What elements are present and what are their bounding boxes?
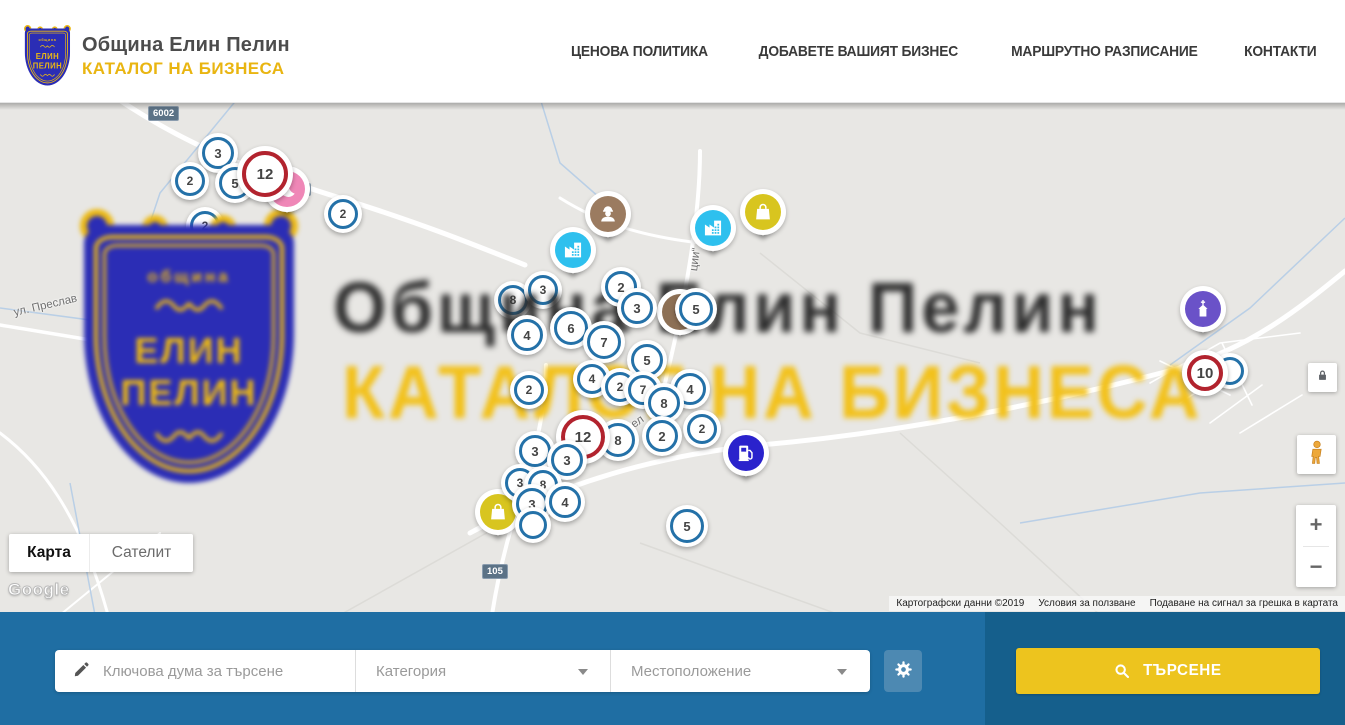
map-cluster-marker[interactable]: 2 [324, 195, 362, 233]
site-title: Община Елин Пелин [82, 34, 290, 57]
lock-control[interactable] [1308, 363, 1337, 392]
nav-item-add-business[interactable]: ДОБАВЕТЕ ВАШИЯТ БИЗНЕС [759, 43, 958, 60]
map-cluster-marker[interactable]: 5 [666, 505, 708, 547]
nav-item-route-schedule[interactable]: МАРШРУТНО РАЗПИСАНИЕ [1011, 43, 1198, 60]
street-view-pegman[interactable] [1297, 435, 1336, 474]
map-cluster-marker[interactable]: 4 [507, 315, 547, 355]
pegman-icon [1304, 439, 1330, 470]
map-pin-factory[interactable] [550, 227, 596, 273]
attribution-copyright: Картографски данни ©2019 [896, 598, 1024, 609]
search-bar: Категория Местоположение ТЪРСЕНЕ [0, 612, 1345, 725]
map-cluster-marker[interactable]: 2 [171, 162, 209, 200]
crest-ornament [39, 44, 56, 50]
keyword-search-input[interactable] [103, 663, 355, 680]
map-cluster-marker[interactable]: 12 [237, 146, 293, 202]
map-cluster-marker[interactable]: 7 [583, 321, 625, 363]
search-form: Категория Местоположение [55, 650, 870, 692]
map-cluster-marker[interactable]: 2 [510, 371, 548, 409]
attribution-report-link[interactable]: Подаване на сигнал за грешка в картата [1150, 598, 1338, 609]
nav-item-contacts[interactable]: КОНТАКТИ [1245, 43, 1317, 60]
pencil-icon [73, 660, 91, 683]
nav-item-pricing[interactable]: ЦЕНОВА ПОЛИТИКА [571, 43, 708, 60]
search-icon [1113, 662, 1131, 680]
gear-icon [893, 659, 914, 683]
category-dropdown-label: Категория [376, 663, 446, 680]
map-type-control: Карта Сателит [9, 534, 193, 572]
map-pin-church[interactable] [1180, 286, 1226, 332]
search-submit-button[interactable]: ТЪРСЕНЕ [1016, 648, 1320, 694]
advanced-search-settings-button[interactable] [884, 650, 922, 692]
site-subtitle: КАТАЛОГ НА БИЗНЕСА [82, 59, 290, 79]
header: община ЕЛИН ПЕЛИН Община Елин Пелин КАТА… [0, 0, 1345, 103]
municipality-crest-logo: община ЕЛИН ПЕЛИН [24, 25, 72, 87]
crest-top-text: община [38, 38, 56, 42]
map-canvas[interactable]: ул. Преславбул. „Новоселции“ 6002105 283… [0, 103, 1345, 612]
attribution-terms-link[interactable]: Условия за ползване [1038, 598, 1135, 609]
map-cluster-marker[interactable] [515, 507, 551, 543]
map-cluster-marker[interactable]: 2 [642, 416, 682, 456]
category-dropdown[interactable]: Категория [356, 650, 611, 692]
zoom-out-button[interactable]: − [1296, 547, 1336, 588]
map-cluster-marker[interactable]: 4 [545, 482, 585, 522]
map-type-map-button[interactable]: Карта [9, 534, 89, 572]
search-button-label: ТЪРСЕНЕ [1143, 662, 1221, 680]
crest-ornament-bottom [39, 73, 56, 79]
map-pin-bag[interactable] [740, 189, 786, 235]
crest-name-line1: ЕЛИН [36, 52, 59, 61]
site-logo[interactable]: община ЕЛИН ПЕЛИН Община Елин Пелин КАТА… [24, 25, 290, 87]
main-nav: ЦЕНОВА ПОЛИТИКА ДОБАВЕТЕ ВАШИЯТ БИЗНЕС М… [565, 0, 1320, 103]
page: община ЕЛИН ПЕЛИН Община Елин Пелин КАТА… [0, 0, 1345, 725]
crest-name-line2: ПЕЛИН [33, 61, 62, 70]
map-cluster-marker[interactable]: 5 [675, 288, 717, 330]
chevron-down-icon [837, 669, 847, 675]
location-dropdown-label: Местоположение [631, 663, 751, 680]
map-markers: 325122235467542274822812333834510 [0, 103, 1345, 612]
map-pin-factory[interactable] [690, 205, 736, 251]
google-logo[interactable]: Google [8, 580, 70, 600]
zoom-in-button[interactable]: + [1296, 505, 1336, 546]
map-attribution: Картографски данни ©2019 Условия за полз… [889, 596, 1345, 611]
location-dropdown[interactable]: Местоположение [611, 650, 869, 692]
chevron-down-icon [578, 669, 588, 675]
map-cluster-marker[interactable]: 2 [683, 410, 721, 448]
map-pin-fuel[interactable] [723, 430, 769, 476]
zoom-control: + − [1296, 505, 1336, 587]
map-type-satellite-button[interactable]: Сателит [89, 534, 193, 572]
lock-icon [1315, 368, 1330, 388]
map-cluster-marker[interactable]: 10 [1182, 350, 1228, 396]
keyword-segment [55, 650, 356, 692]
map-cluster-marker[interactable]: 3 [617, 288, 657, 328]
logo-text: Община Елин Пелин КАТАЛОГ НА БИЗНЕСА [82, 34, 290, 79]
